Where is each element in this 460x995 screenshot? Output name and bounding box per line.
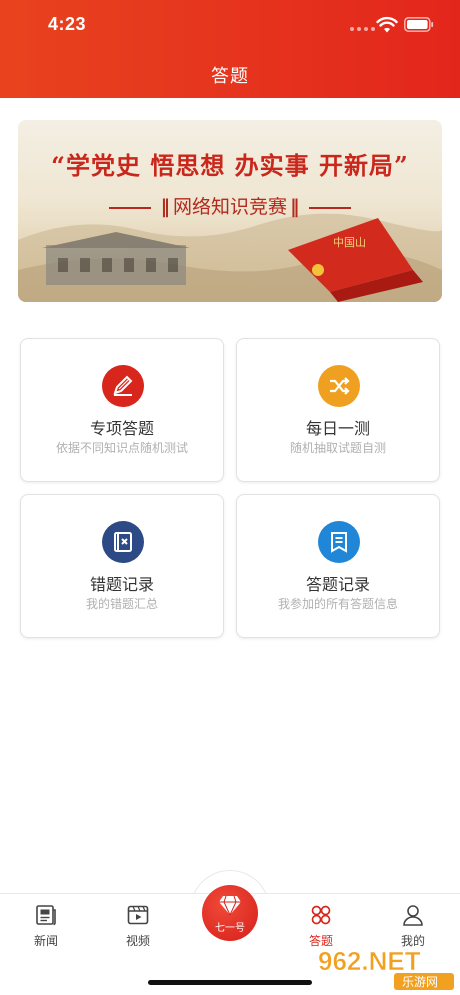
card-quiz-records[interactable]: 答题记录 我参加的所有答题信息 — [236, 494, 440, 638]
contest-banner[interactable]: 中国山 “学党史 悟思想 办实事 开新局” ‖ 网络知识竞赛 ‖ — [18, 120, 442, 302]
newspaper-icon — [36, 905, 56, 926]
card-description: 随机抽取试题自测 — [289, 441, 386, 455]
status-time: 4:23 — [48, 14, 87, 34]
tab-news[interactable]: 新闻 — [16, 902, 76, 949]
pencil-icon — [102, 365, 144, 407]
card-description: 我的错题汇总 — [85, 597, 158, 611]
tab-label: 视频 — [125, 934, 150, 948]
banner-flag-text: 中国山 — [333, 236, 366, 249]
tab-label: 新闻 — [33, 934, 58, 948]
video-icon — [127, 905, 149, 925]
signal-icon — [350, 27, 375, 31]
quiz-icon — [311, 905, 331, 925]
card-description: 依据不同知识点随机测试 — [55, 441, 188, 455]
diamond-icon — [219, 895, 241, 916]
card-special-quiz[interactable]: 专项答题 依据不同知识点随机测试 — [20, 338, 224, 482]
tab-quiz[interactable]: 答题 — [291, 902, 351, 949]
shuffle-icon — [318, 365, 360, 407]
app-header: 4:23 答题 — [0, 0, 460, 98]
tab-label: 七一号 — [215, 923, 245, 934]
card-title: 每日一测 — [305, 419, 370, 438]
tab-video[interactable]: 视频 — [108, 902, 168, 949]
page-title: 答题 — [211, 66, 249, 87]
banner-subtitle: 网络知识竞赛 — [172, 196, 287, 218]
watermark-brand: 962.NET — [318, 946, 421, 976]
wifi-icon — [376, 16, 398, 33]
card-title: 答题记录 — [305, 575, 370, 594]
battery-icon — [404, 17, 434, 32]
tab-mine[interactable]: 我的 — [383, 902, 443, 949]
watermark-sub: 乐游网 — [402, 975, 438, 989]
card-wrong-answers[interactable]: 错题记录 我的错题汇总 — [20, 494, 224, 638]
home-indicator — [148, 980, 312, 985]
tab-qiyihao[interactable]: 七一号 — [202, 885, 258, 941]
card-title: 错题记录 — [89, 575, 154, 594]
wrong-book-icon — [102, 521, 144, 563]
user-icon — [403, 905, 423, 926]
site-watermark: 962.NET 乐游网 — [318, 946, 454, 990]
card-daily-test[interactable]: 每日一测 随机抽取试题自测 — [236, 338, 440, 482]
banner-headline: “学党史 悟思想 办实事 开新局” — [51, 151, 409, 180]
card-description: 我参加的所有答题信息 — [277, 597, 398, 611]
banner-subtitle-row: ‖ 网络知识竞赛 ‖ — [18, 192, 442, 219]
card-title: 专项答题 — [89, 419, 154, 438]
record-icon — [318, 521, 360, 563]
